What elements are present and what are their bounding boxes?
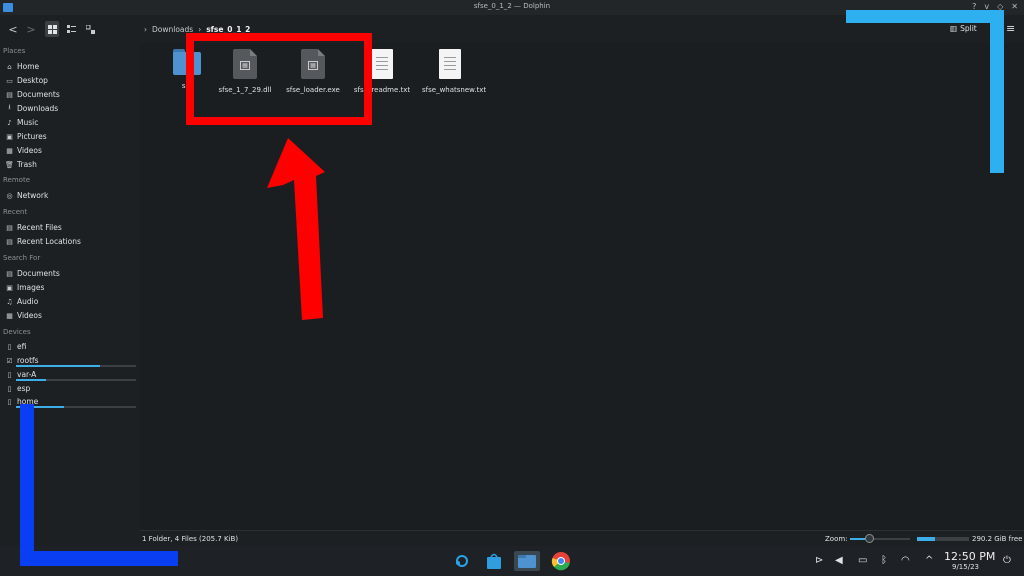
red-arrow-annotation [267,138,325,320]
blue-corner-bracket-vertical [20,404,34,566]
cyan-corner-bracket-vertical [990,10,1004,173]
cyan-corner-bracket [846,10,1004,23]
blue-corner-bracket [20,551,178,566]
